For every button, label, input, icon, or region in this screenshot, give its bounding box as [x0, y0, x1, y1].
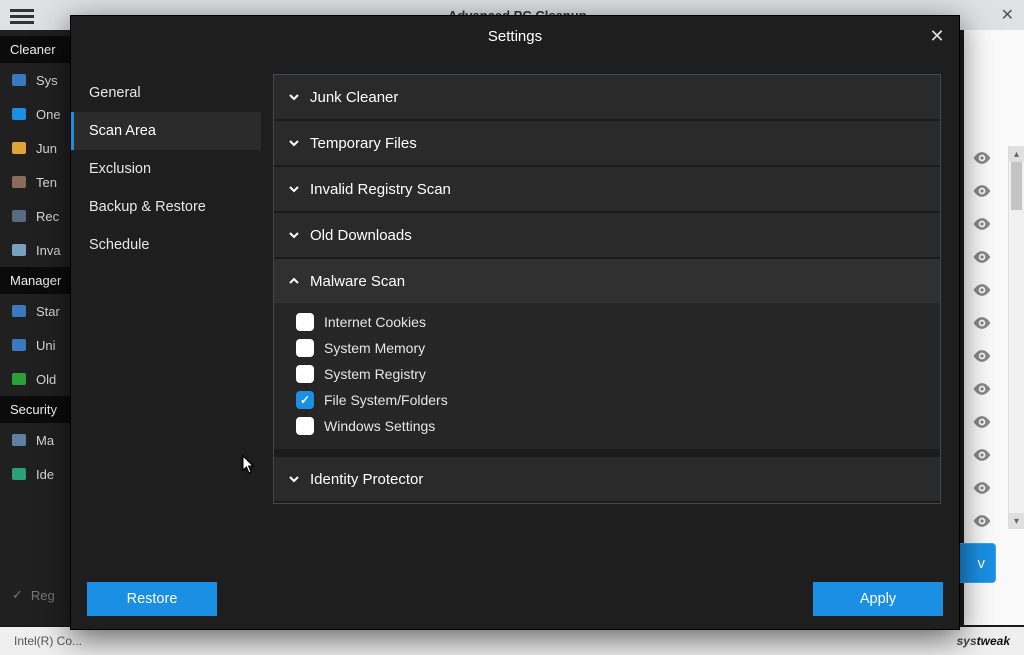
section-title: Temporary Files [310, 135, 417, 152]
modal-header: Settings ✕ [71, 16, 959, 56]
visibility-eye-icon[interactable] [972, 346, 992, 366]
sidebar-item-icon [10, 302, 28, 320]
visibility-eye-icon[interactable] [972, 511, 992, 531]
modal-close-button[interactable]: ✕ [925, 24, 949, 48]
sidebar-item-icon [10, 173, 28, 191]
scrollbar[interactable]: ▴ ▾ [1008, 146, 1024, 529]
section-header[interactable]: Junk Cleaner [274, 75, 940, 119]
checkbox-row[interactable]: Windows Settings [296, 417, 922, 435]
chevron-down-icon [288, 91, 300, 103]
settings-nav-item[interactable]: Scan Area [71, 112, 261, 150]
chevron-down-icon [288, 473, 300, 485]
sidebar-item-label: Old [36, 372, 56, 387]
visibility-eye-icon[interactable] [972, 214, 992, 234]
settings-nav-item[interactable]: Schedule [71, 226, 261, 264]
sidebar-item-icon [10, 431, 28, 449]
apply-button[interactable]: Apply [813, 582, 943, 616]
sidebar-item-icon [10, 336, 28, 354]
section-header[interactable]: Old Downloads [274, 213, 940, 257]
sidebar-item-label: Inva [36, 243, 61, 258]
settings-nav: GeneralScan AreaExclusionBackup & Restor… [71, 56, 261, 569]
section-header[interactable]: Invalid Registry Scan [274, 167, 940, 211]
sidebar-item-icon [10, 465, 28, 483]
checkbox[interactable] [296, 417, 314, 435]
scroll-thumb[interactable] [1011, 162, 1022, 210]
sidebar-item-label: Rec [36, 209, 59, 224]
section-title: Malware Scan [310, 273, 405, 290]
section-header[interactable]: Identity Protector [274, 457, 940, 501]
check-icon: ✓ [12, 587, 23, 603]
settings-nav-item[interactable]: General [71, 74, 261, 112]
visibility-eye-icon[interactable] [972, 181, 992, 201]
sidebar-item-label: Sys [36, 73, 58, 88]
checkbox-row[interactable]: Internet Cookies [296, 313, 922, 331]
cpu-label: Intel(R) Co... [14, 634, 82, 648]
chevron-down-icon [288, 183, 300, 195]
visibility-eye-icon[interactable] [972, 412, 992, 432]
visibility-eye-icon[interactable] [972, 379, 992, 399]
visibility-eye-icon[interactable] [972, 445, 992, 465]
sidebar-item-label: Ten [36, 175, 57, 190]
sidebar-item-label: Ide [36, 467, 54, 482]
settings-content: Junk Cleaner Temporary Files Invalid Reg… [261, 56, 959, 569]
settings-nav-item[interactable]: Exclusion [71, 150, 261, 188]
sidebar-item-icon [10, 241, 28, 259]
checkbox-row[interactable]: File System/Folders [296, 391, 922, 409]
section-header[interactable]: Temporary Files [274, 121, 940, 165]
visibility-eye-icon[interactable] [972, 148, 992, 168]
visibility-eye-icon[interactable] [972, 280, 992, 300]
restore-button[interactable]: Restore [87, 582, 217, 616]
settings-modal: Settings ✕ GeneralScan AreaExclusionBack… [70, 15, 960, 630]
scroll-up-icon[interactable]: ▴ [1009, 146, 1024, 162]
status-bar: Intel(R) Co... systweak [0, 627, 1024, 655]
section-title: Invalid Registry Scan [310, 181, 451, 198]
chevron-down-icon [288, 137, 300, 149]
section-body: Internet Cookies System Memory System Re… [274, 303, 940, 449]
sidebar-item-icon [10, 105, 28, 123]
checkbox-label: Internet Cookies [324, 314, 426, 330]
sidebar-item-label: Uni [36, 338, 56, 353]
checkbox-label: Windows Settings [324, 418, 435, 434]
chevron-up-icon [288, 275, 300, 287]
menu-icon[interactable] [10, 6, 34, 24]
right-gutter: ▴ ▾ [964, 30, 1024, 625]
checkbox-row[interactable]: System Memory [296, 339, 922, 357]
section-title: Junk Cleaner [310, 89, 398, 106]
sidebar-item-label: One [36, 107, 61, 122]
visibility-eye-icon[interactable] [972, 247, 992, 267]
checkbox-row[interactable]: System Registry [296, 365, 922, 383]
section-header[interactable]: Malware Scan [274, 259, 940, 303]
settings-nav-item[interactable]: Backup & Restore [71, 188, 261, 226]
brand-logo: systweak [957, 634, 1010, 648]
visibility-eye-icon[interactable] [972, 478, 992, 498]
section-title: Identity Protector [310, 471, 423, 488]
sidebar-item-icon [10, 370, 28, 388]
checkbox-label: File System/Folders [324, 392, 448, 408]
section-title: Old Downloads [310, 227, 412, 244]
sidebar-item-icon [10, 207, 28, 225]
sidebar-item-icon [10, 139, 28, 157]
checkbox-label: System Memory [324, 340, 425, 356]
window-close-icon[interactable]: ✕ [1001, 5, 1014, 25]
checkbox[interactable] [296, 391, 314, 409]
scroll-down-icon[interactable]: ▾ [1009, 513, 1024, 529]
sidebar-item-icon [10, 71, 28, 89]
checkbox[interactable] [296, 365, 314, 383]
checkbox[interactable] [296, 313, 314, 331]
sidebar-item-label: Jun [36, 141, 57, 156]
register-hint: ✓ Reg [12, 577, 55, 613]
modal-title: Settings [488, 28, 542, 45]
sidebar-item-label: Ma [36, 433, 54, 448]
checkbox-label: System Registry [324, 366, 426, 382]
sidebar-item-label: Star [36, 304, 60, 319]
checkbox[interactable] [296, 339, 314, 357]
visibility-eye-icon[interactable] [972, 313, 992, 333]
chevron-down-icon [288, 229, 300, 241]
